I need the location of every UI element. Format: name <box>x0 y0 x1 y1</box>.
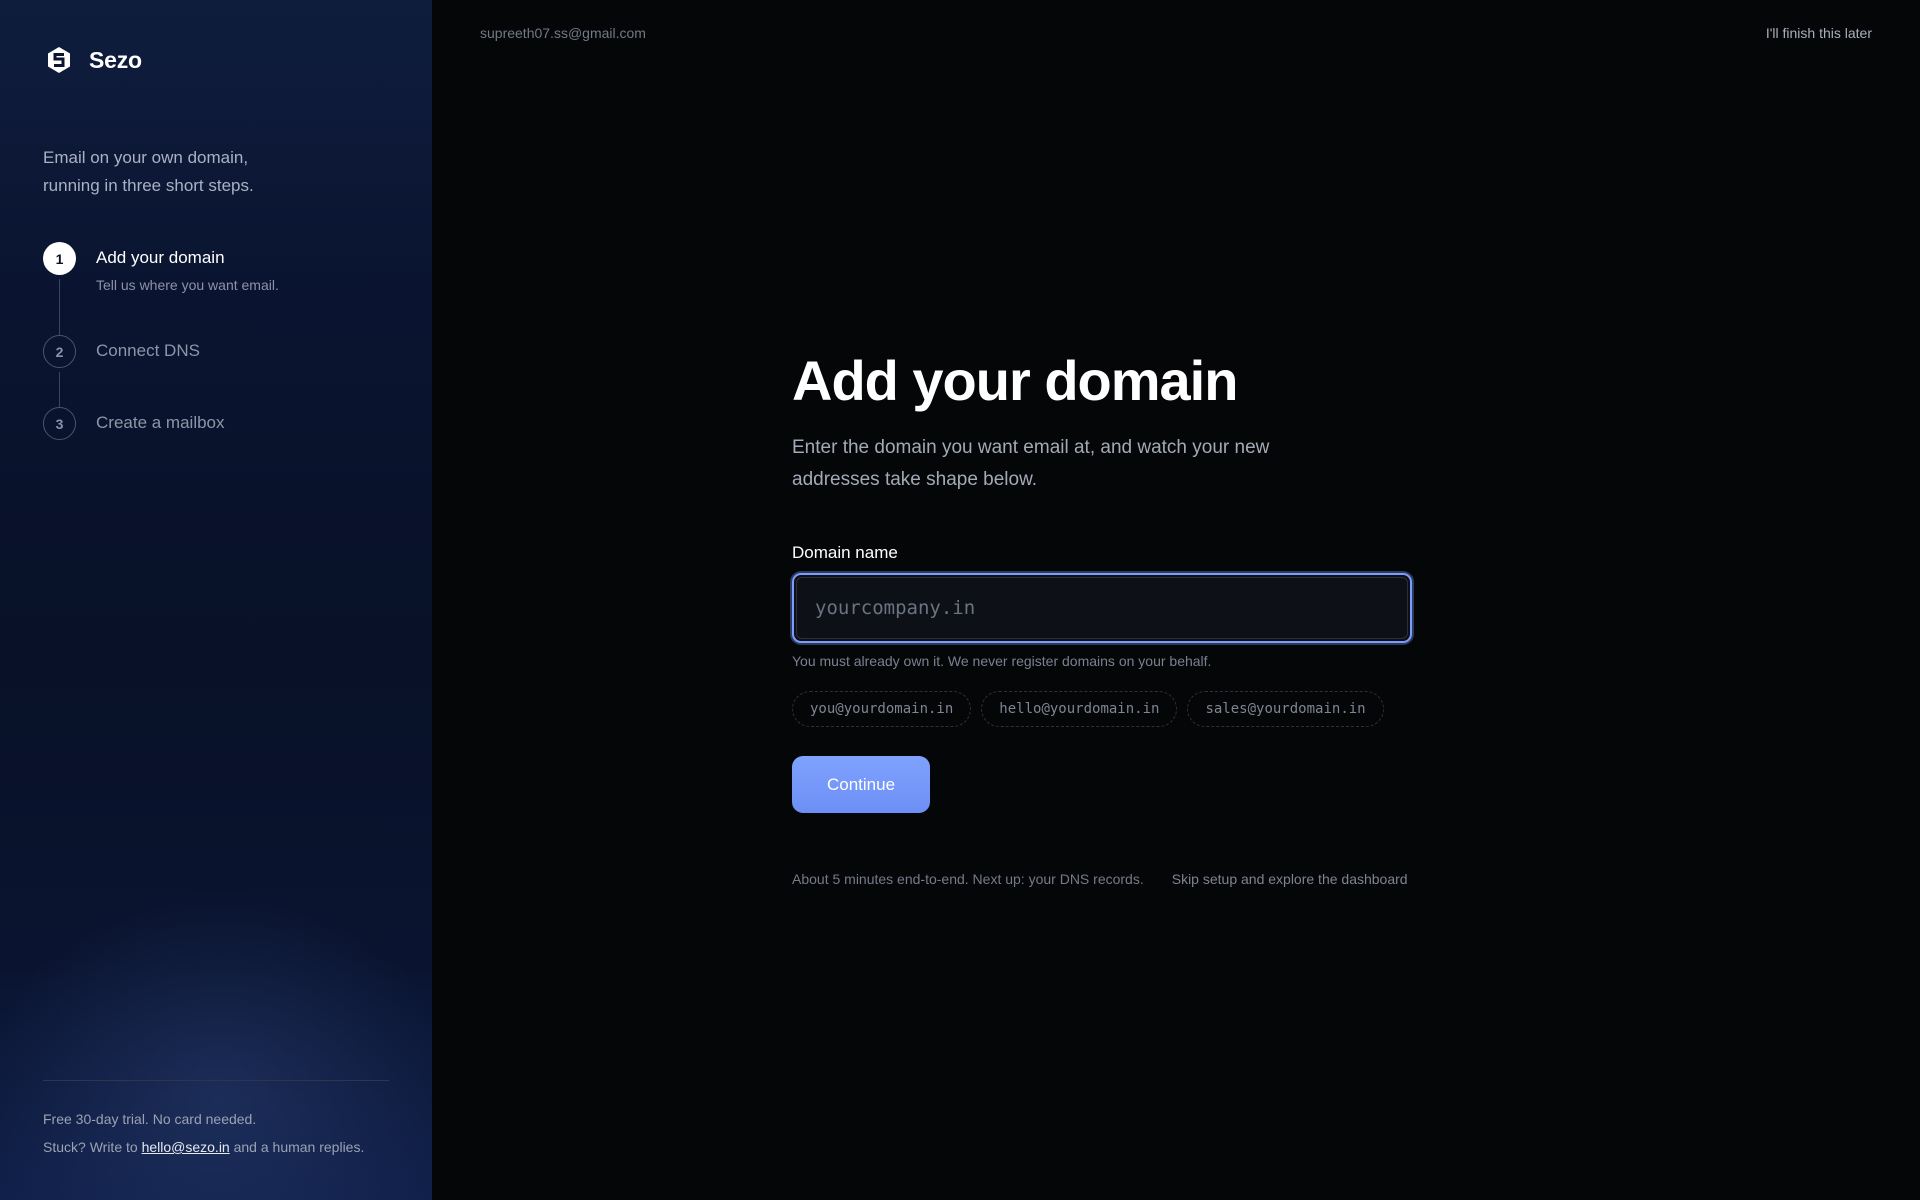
domain-input[interactable] <box>797 578 1407 638</box>
step-subtitle: Tell us where you want email. <box>96 277 279 293</box>
domain-form: Add your domain Enter the domain you wan… <box>792 348 1492 887</box>
trial-note: Free 30-day trial. No card needed. <box>43 1111 257 1127</box>
sidebar-divider <box>43 1080 389 1081</box>
domain-input-focus-ring <box>792 573 1412 643</box>
eta-note: About 5 minutes end-to-end. Next up: you… <box>792 871 1144 887</box>
address-preview-chip: sales@yourdomain.in <box>1187 691 1384 727</box>
step-number: 3 <box>43 407 76 440</box>
finish-later-link[interactable]: I'll finish this later <box>1766 25 1872 41</box>
support-email-link[interactable]: hello@sezo.in <box>142 1139 230 1155</box>
sidebar: Sezo Email on your own domain, running i… <box>0 0 432 1200</box>
step-create-mailbox[interactable]: 3 Create a mailbox <box>43 407 225 440</box>
step-title: Create a mailbox <box>96 413 225 432</box>
step-number: 2 <box>43 335 76 368</box>
support-prefix: Stuck? Write to <box>43 1139 142 1155</box>
brand[interactable]: Sezo <box>43 44 142 76</box>
step-add-domain[interactable]: 1 Add your domain Tell us where you want… <box>43 242 279 293</box>
step-title: Connect DNS <box>96 341 200 360</box>
step-connector <box>59 372 60 408</box>
tagline-line-2: running in three short steps. <box>43 176 254 195</box>
support-suffix: and a human replies. <box>229 1139 365 1155</box>
sidebar-footer: Free 30-day trial. No card needed. Stuck… <box>43 1105 364 1161</box>
domain-hint: You must already own it. We never regist… <box>792 653 1212 669</box>
form-footer: About 5 minutes end-to-end. Next up: you… <box>792 871 1492 887</box>
app-root: Sezo Email on your own domain, running i… <box>0 0 1920 1200</box>
user-email: supreeth07.ss@gmail.com <box>480 25 646 41</box>
sezo-logo-icon <box>48 47 70 73</box>
skip-setup-link[interactable]: Skip setup and explore the dashboard <box>1172 871 1408 887</box>
address-preview-chip: you@yourdomain.in <box>792 691 972 727</box>
page-lead: Enter the domain you want email at, and … <box>792 432 1332 496</box>
sidebar-tagline: Email on your own domain, running in thr… <box>43 144 303 200</box>
tagline-line-1: Email on your own domain, <box>43 148 249 167</box>
domain-field-label: Domain name <box>792 543 898 562</box>
step-title: Add your domain <box>96 248 225 267</box>
page-title: Add your domain <box>792 349 1238 412</box>
step-connect-dns[interactable]: 2 Connect DNS <box>43 335 200 368</box>
address-preview-chip: hello@yourdomain.in <box>981 691 1178 727</box>
step-number: 1 <box>43 242 76 275</box>
continue-button[interactable]: Continue <box>792 756 930 813</box>
lead-line-2: addresses take shape below. <box>792 469 1038 490</box>
address-preview-list: you@yourdomain.in hello@yourdomain.in sa… <box>792 691 1492 727</box>
domain-input-frame <box>796 577 1408 639</box>
lead-line-1: Enter the domain you want email at, and … <box>792 437 1270 458</box>
support-note: Stuck? Write to hello@sezo.in and a huma… <box>43 1133 364 1161</box>
brand-name: Sezo <box>89 46 142 73</box>
main-panel: supreeth07.ss@gmail.com I'll finish this… <box>432 0 1920 1200</box>
